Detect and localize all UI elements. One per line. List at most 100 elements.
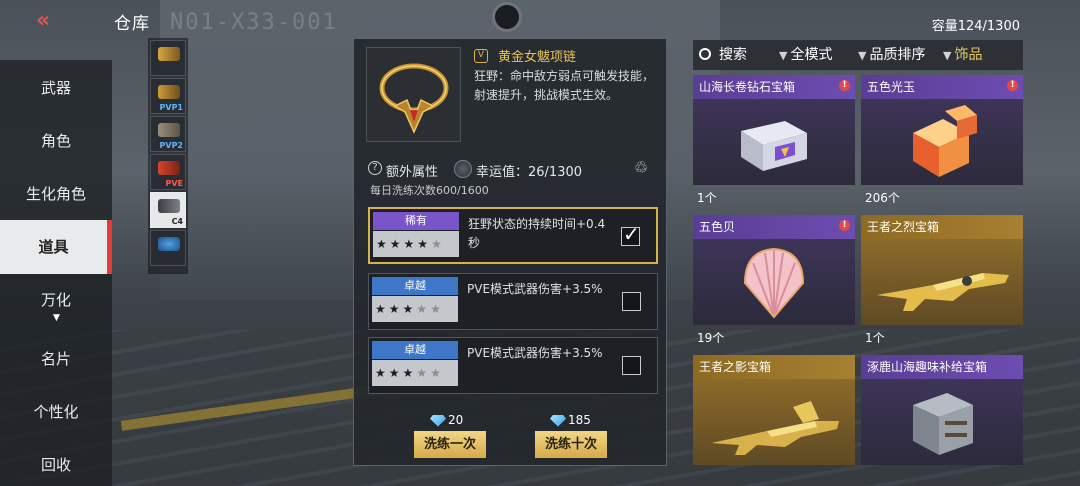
sub-item-pvp2[interactable]: PVP2 xyxy=(150,116,186,152)
double-chevron-left-icon: « xyxy=(36,8,51,33)
diamond-icon xyxy=(550,414,566,427)
card-image xyxy=(693,379,855,465)
tag-label: PVP1 xyxy=(159,103,183,112)
star-icon: ★ xyxy=(388,302,403,316)
inventory-card[interactable]: 王者之烈宝箱 1个 xyxy=(861,215,1023,350)
card-image xyxy=(693,99,855,185)
nav-item-items[interactable]: 道具 xyxy=(0,220,112,274)
nav-item-weapons[interactable]: 武器 xyxy=(0,61,112,115)
attribute-row[interactable]: 稀有 ★★★★★ 狂野状态的持续时间+0.4秒 xyxy=(368,207,658,264)
supply-crate-icon xyxy=(913,393,973,455)
star-icon: ★ xyxy=(402,366,417,380)
search-icon xyxy=(699,48,711,60)
alert-icon: ! xyxy=(839,220,850,231)
sub-category-strip: PVP1 PVP2 PVE C4 xyxy=(148,38,188,274)
star-icon: ★ xyxy=(388,366,403,380)
recycle-icon[interactable]: ♲ xyxy=(630,157,652,179)
card-image xyxy=(861,99,1023,185)
luck-icon xyxy=(454,160,472,178)
card-count: 206个 xyxy=(865,191,900,205)
capacity-label: 容量124/1300 xyxy=(931,19,1020,34)
sub-item-c4[interactable]: C4 xyxy=(150,192,186,228)
wash-ten-cost: 185 xyxy=(550,413,591,427)
diamond-icon xyxy=(430,414,446,427)
nav-item-personalize[interactable]: 个性化 xyxy=(0,385,112,439)
nav-item-recycle[interactable]: 回收 xyxy=(0,438,112,486)
item-thumb-icon xyxy=(158,161,180,175)
attribute-text: PVE模式武器伤害+3.5% xyxy=(467,346,603,360)
category-filter[interactable]: ▼ 饰品 xyxy=(943,40,982,70)
attribute-lock-checkbox[interactable] xyxy=(622,292,641,311)
tag-label: PVE xyxy=(165,179,183,188)
item-image xyxy=(366,47,461,142)
attribute-row[interactable]: 卓越 ★★★★★ PVE模式武器伤害+3.5% xyxy=(368,273,658,330)
treasure-box-icon xyxy=(741,121,807,171)
golden-rifle-icon xyxy=(711,401,839,455)
star-icon: ★ xyxy=(389,237,404,251)
card-title: 王者之烈宝箱 xyxy=(861,215,1023,239)
nav-item-zombie-characters[interactable]: 生化角色 xyxy=(0,167,112,221)
c4-thumb-icon xyxy=(158,199,180,213)
help-icon[interactable]: ? xyxy=(368,161,382,175)
chevron-down-icon: ▼ xyxy=(779,49,788,62)
mode-filter[interactable]: ▼ 全模式 xyxy=(779,40,832,70)
nav-item-characters[interactable]: 角色 xyxy=(0,114,112,168)
alert-icon: ! xyxy=(1007,80,1018,91)
daily-wash-count: 每日洗练次数600/1600 xyxy=(370,184,489,197)
necklace-icon xyxy=(379,63,449,134)
card-image xyxy=(861,239,1023,325)
wash-once-button[interactable]: 洗练一次 xyxy=(414,431,486,458)
star-rating: ★★★★★ xyxy=(372,360,458,386)
inventory-card[interactable]: 五色贝 ! 19个 xyxy=(693,215,855,350)
nav-item-name-card[interactable]: 名片 xyxy=(0,332,112,386)
chevron-down-icon: ▼ xyxy=(943,49,952,62)
card-image xyxy=(861,379,1023,465)
extra-attr-label: 额外属性 xyxy=(386,165,439,180)
helmet-thumb-icon xyxy=(158,237,180,251)
sub-item-pvp1[interactable]: PVP1 xyxy=(150,78,186,114)
jade-cube-icon xyxy=(913,105,977,177)
inventory-card[interactable]: 山海长卷钻石宝箱 ! 1个 xyxy=(693,75,855,210)
star-icon: ★ xyxy=(402,302,417,316)
rarity-badge: 稀有 xyxy=(373,212,459,230)
page-title: 仓库 xyxy=(114,14,150,34)
card-title: 五色贝 xyxy=(693,215,855,239)
sub-item-weapon[interactable] xyxy=(150,40,186,76)
sub-item-pve[interactable]: PVE xyxy=(150,154,186,190)
card-image xyxy=(693,239,855,325)
item-detail-panel: V 黄金女魃项链 狂野：命中敌方弱点可触发技能，射速提升，挑战模式生效。 ? 额… xyxy=(353,38,667,466)
rarity-badge: 卓越 xyxy=(372,341,458,359)
card-count: 1个 xyxy=(865,331,885,345)
attribute-lock-checkbox[interactable] xyxy=(621,222,640,246)
star-icon: ★ xyxy=(375,302,389,316)
star-icon: ★ xyxy=(417,237,432,251)
card-title: 山海长卷钻石宝箱 xyxy=(693,75,855,99)
search-button[interactable]: 搜索 xyxy=(699,40,747,70)
inventory-card[interactable]: 五色光玉 ! 206个 xyxy=(861,75,1023,210)
chevron-down-icon: ▼ xyxy=(858,49,867,62)
luck-value: 幸运值：26/1300 xyxy=(476,165,583,180)
sub-item-helmet[interactable] xyxy=(150,230,186,266)
inventory-card[interactable]: 王者之影宝箱 xyxy=(693,355,855,470)
sort-filter[interactable]: ▼ 品质排序 xyxy=(858,40,925,70)
star-rating: ★★★★★ xyxy=(372,296,458,322)
star-icon: ★ xyxy=(430,366,444,380)
attribute-text: 狂野状态的持续时间+0.4秒 xyxy=(468,217,606,250)
back-button[interactable]: « xyxy=(36,8,64,34)
card-title: 王者之影宝箱 xyxy=(693,355,855,379)
wash-ten-button[interactable]: 洗练十次 xyxy=(535,431,607,458)
weapon-thumb-icon xyxy=(158,85,180,99)
attribute-row[interactable]: 卓越 ★★★★★ PVE模式武器伤害+3.5% xyxy=(368,337,658,394)
item-name: 黄金女魃项链 xyxy=(498,50,577,65)
card-title: 涿鹿山海趣味补给宝箱 xyxy=(861,355,1023,379)
tag-label: C4 xyxy=(171,217,183,226)
item-description: 狂野：命中敌方弱点可触发技能，射速提升，挑战模式生效。 xyxy=(474,69,655,102)
inventory-card[interactable]: 涿鹿山海趣味补给宝箱 xyxy=(861,355,1023,470)
star-icon: ★ xyxy=(416,366,431,380)
golden-rifle-icon xyxy=(877,273,1009,311)
seashell-icon xyxy=(743,247,805,319)
item-thumb-icon xyxy=(158,123,180,137)
card-count: 1个 xyxy=(697,191,717,205)
attribute-lock-checkbox[interactable] xyxy=(622,356,641,375)
left-nav: 武器 角色 生化角色 道具 万化 ▼ 名片 个性化 回收 xyxy=(0,60,112,486)
